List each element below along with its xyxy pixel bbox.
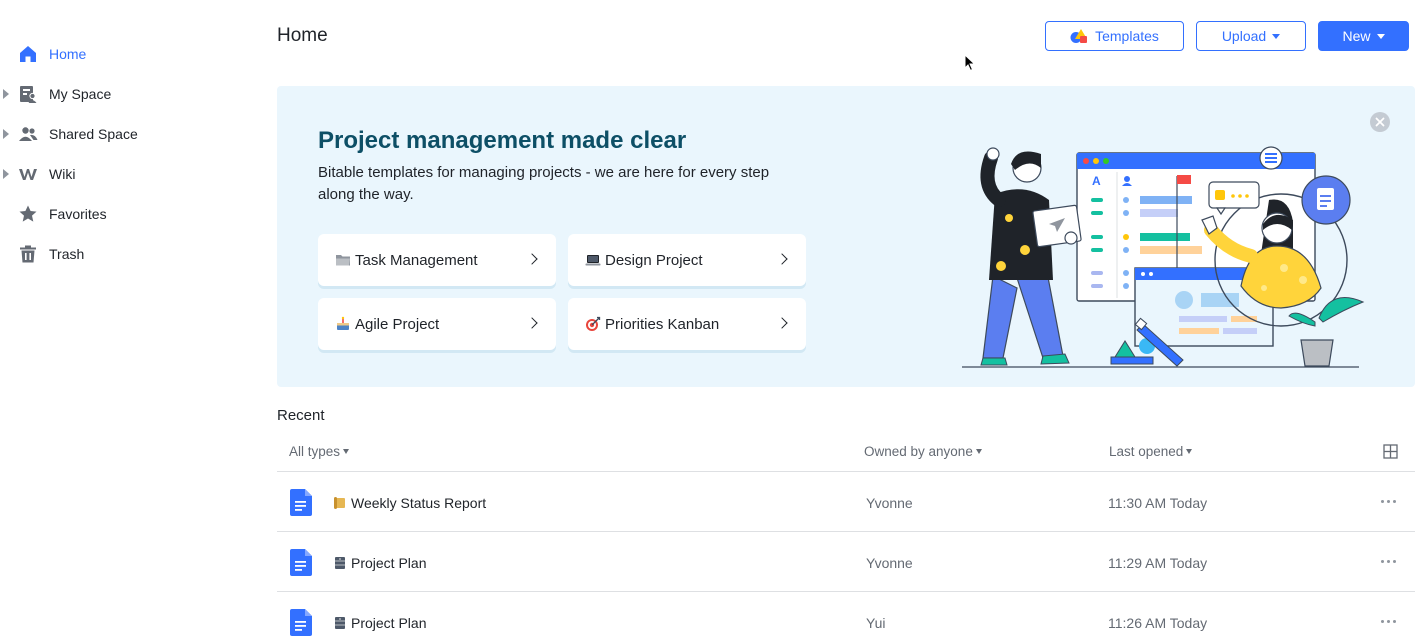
close-icon <box>1375 117 1385 127</box>
dot-icon <box>1393 500 1396 503</box>
templates-shapes-icon <box>1070 28 1089 44</box>
sidebar: Home My Space Shared Space Wiki Favorite… <box>0 0 250 641</box>
cabinet-emoji-icon <box>335 557 345 569</box>
caret-down-icon <box>975 449 982 454</box>
users-icon <box>18 124 38 144</box>
upload-button-label: Upload <box>1221 28 1267 44</box>
table-row[interactable]: Project Plan Yui 11:26 AM Today <box>277 592 1415 641</box>
banner-title: Project management made clear <box>318 127 687 154</box>
type-filter-dropdown[interactable]: All types <box>289 444 350 459</box>
project-management-illustration: A <box>962 146 1365 368</box>
row-owner: Yvonne <box>866 495 913 511</box>
more-options-button[interactable] <box>1381 560 1396 563</box>
row-name: Weekly Status Report <box>351 495 487 511</box>
more-options-button[interactable] <box>1381 620 1396 623</box>
banner-close-button[interactable] <box>1370 112 1390 132</box>
folder-emoji-icon <box>335 252 351 268</box>
caret-down-icon <box>1186 449 1193 454</box>
row-name: Project Plan <box>351 555 427 571</box>
table-row[interactable]: Weekly Status Report Yvonne 11:30 AM Tod… <box>277 472 1415 532</box>
owner-filter-dropdown[interactable]: Owned by anyone <box>864 444 982 459</box>
row-last-opened: 11:30 AM Today <box>1108 495 1208 511</box>
dot-icon <box>1387 500 1390 503</box>
mouse-cursor-icon <box>964 53 976 77</box>
last-opened-sort-dropdown[interactable]: Last opened <box>1109 444 1193 459</box>
target-emoji-icon <box>585 316 601 332</box>
template-card-priorities-kanban[interactable]: Priorities Kanban <box>568 298 806 350</box>
dot-icon <box>1387 620 1390 623</box>
my-space-icon <box>18 84 38 104</box>
row-owner: Yui <box>866 615 886 631</box>
sidebar-item-trash[interactable]: Trash <box>0 234 250 274</box>
sidebar-item-label: Favorites <box>49 206 107 222</box>
template-card-label: Design Project <box>605 251 703 269</box>
template-card-label: Task Management <box>355 251 478 269</box>
dot-icon <box>1381 620 1384 623</box>
grid-view-icon <box>1383 444 1398 459</box>
table-row[interactable]: Project Plan Yvonne 11:29 AM Today <box>277 532 1415 592</box>
last-opened-label: Last opened <box>1109 444 1184 459</box>
sidebar-item-my-space[interactable]: My Space <box>0 74 250 114</box>
cake-emoji-icon <box>335 316 351 332</box>
document-icon <box>290 609 312 636</box>
row-owner: Yvonne <box>866 555 913 571</box>
grid-view-toggle[interactable] <box>1383 444 1398 464</box>
expand-caret-icon[interactable] <box>3 169 9 179</box>
dot-icon <box>1381 500 1384 503</box>
templates-button-label: Templates <box>1095 28 1159 44</box>
chevron-down-icon <box>1272 33 1281 39</box>
template-card-task-management[interactable]: Task Management <box>318 234 556 286</box>
row-last-opened: 11:29 AM Today <box>1108 555 1208 571</box>
banner-subtitle: Bitable templates for managing projects … <box>318 164 770 203</box>
upload-button[interactable]: Upload <box>1196 21 1306 51</box>
type-filter-label: All types <box>289 444 341 459</box>
more-options-button[interactable] <box>1381 500 1396 503</box>
chevron-right-icon <box>776 317 788 329</box>
owner-filter-label: Owned by anyone <box>864 444 973 459</box>
document-icon <box>290 489 312 516</box>
sidebar-item-label: Home <box>49 46 87 62</box>
sidebar-item-label: Trash <box>49 246 85 262</box>
expand-caret-icon[interactable] <box>3 129 9 139</box>
sidebar-item-label: My Space <box>49 86 112 102</box>
new-button-label: New <box>1342 28 1371 44</box>
template-card-label: Agile Project <box>355 315 440 333</box>
template-card-label: Priorities Kanban <box>605 315 720 333</box>
wiki-icon <box>18 164 38 184</box>
sidebar-item-shared-space[interactable]: Shared Space <box>0 114 250 154</box>
document-icon <box>290 549 312 576</box>
template-card-design-project[interactable]: Design Project <box>568 234 806 286</box>
sidebar-item-favorites[interactable]: Favorites <box>0 194 250 234</box>
dot-icon <box>1393 560 1396 563</box>
row-last-opened: 11:26 AM Today <box>1108 615 1208 631</box>
new-button[interactable]: New <box>1318 21 1409 51</box>
sidebar-item-label: Wiki <box>49 166 76 182</box>
template-card-agile-project[interactable]: Agile Project <box>318 298 556 350</box>
promo-banner: Project management made clear Bitable te… <box>277 86 1415 387</box>
scroll-emoji-icon <box>334 497 345 509</box>
cabinet-emoji-icon <box>335 617 345 629</box>
home-icon <box>18 44 38 64</box>
star-icon <box>18 204 38 224</box>
templates-button[interactable]: Templates <box>1045 21 1184 51</box>
svg-text:A: A <box>1092 174 1101 188</box>
sidebar-item-label: Shared Space <box>49 126 138 142</box>
dot-icon <box>1393 620 1396 623</box>
dot-icon <box>1387 560 1390 563</box>
trash-icon <box>18 244 38 264</box>
chevron-down-icon <box>1376 33 1385 39</box>
row-name: Project Plan <box>351 615 427 631</box>
dot-icon <box>1381 560 1384 563</box>
page-title: Home <box>277 25 328 46</box>
laptop-emoji-icon <box>585 252 601 268</box>
expand-caret-icon[interactable] <box>3 89 9 99</box>
caret-down-icon <box>343 449 350 454</box>
chevron-right-icon <box>526 317 538 329</box>
sidebar-item-home[interactable]: Home <box>0 34 250 74</box>
chevron-right-icon <box>526 253 538 265</box>
chevron-right-icon <box>776 253 788 265</box>
sidebar-item-wiki[interactable]: Wiki <box>0 154 250 194</box>
recent-section-title: Recent <box>277 407 325 424</box>
